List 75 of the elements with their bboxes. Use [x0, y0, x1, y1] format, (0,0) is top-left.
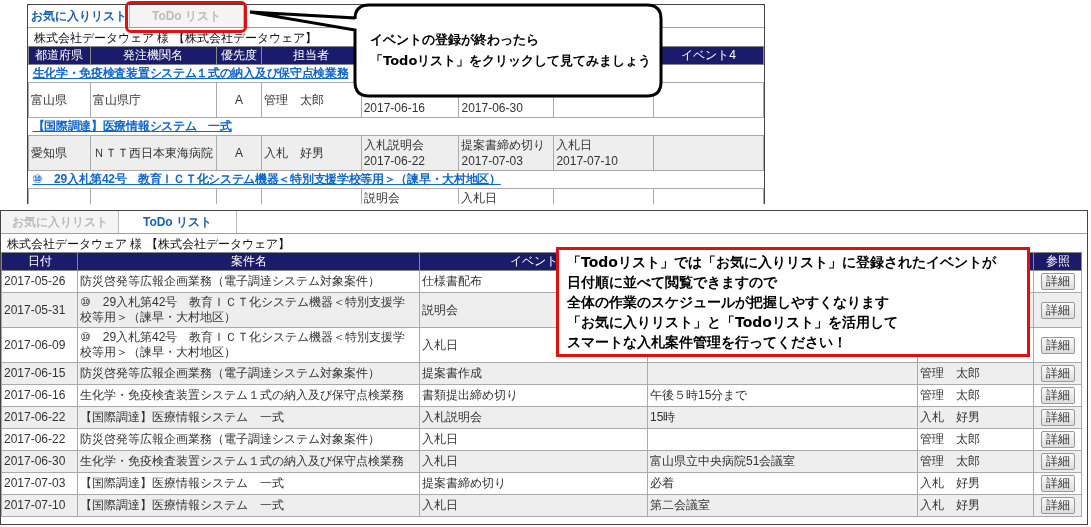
table-cell: ⑩ 29入札第42号 教育ＩＣＴ化システム機器＜特別支援学校等用＞（諫早・大村地区）	[77, 292, 420, 328]
column-header: 日付	[1, 252, 78, 271]
project-link[interactable]: 【国際調達】医療情報システム 一式	[32, 119, 232, 133]
table-cell: ＮＴＴ西日本東海病院	[90, 135, 217, 171]
table-cell: 管理 太郎	[917, 428, 1034, 451]
table-cell: 2017-06-16	[1, 384, 78, 407]
table-cell: 2017-06-22	[1, 406, 78, 429]
table-cell: 午後５時15分まで	[647, 384, 918, 407]
event-name: 入札日	[461, 191, 498, 204]
event-date: 2017-06-30	[461, 101, 523, 115]
detail-button[interactable]: 詳細	[1040, 273, 1075, 290]
table-cell: 富山県立中央病院51会議室	[647, 450, 918, 473]
table-cell: 第二会議室	[647, 494, 918, 517]
event-date: 2017-06-16	[363, 101, 426, 115]
detail-button[interactable]: 詳細	[1040, 336, 1075, 354]
table-cell: 入札日	[419, 450, 648, 473]
callout-box: 「Todoリスト」では「お気に入りリスト」に登録されたイベントが 日付順に並べて閲覧できますので 全体の作業のスケジュールが把握しやすくなります 「お気に入りリスト」と「Todoリスト」を活用して スマートな入札案件管理を行ってください！	[556, 247, 1030, 357]
event-name: 説明会	[363, 191, 400, 204]
tab[interactable]: お気に入りリスト	[28, 5, 130, 27]
table-cell: 入札日	[419, 494, 648, 517]
column-header: 案件名	[77, 252, 420, 271]
table-cell: 富山県	[28, 82, 91, 118]
table-cell: 入札日	[419, 428, 648, 451]
project-link[interactable]: 生化学・免疫検査装置システム１式の納入及び保守点検業務	[32, 66, 349, 80]
detail-button[interactable]: 詳細	[1040, 475, 1075, 492]
table-cell: ⑩ 29入札第42号 教育ＩＣＴ化システム機器＜特別支援学校等用＞（諫早・大村地区）	[77, 327, 420, 363]
detail-button[interactable]: 詳細	[1040, 497, 1075, 514]
table-cell: 防災啓発等広報企画業務（電子調達システム対象案件）	[77, 270, 420, 293]
table-cell: 防災啓発等広報企画業務（電子調達システム対象案件）	[77, 428, 420, 451]
detail-button[interactable]: 詳細	[1040, 453, 1075, 470]
table-cell: 2017-06-30	[1, 450, 78, 473]
table-cell: 生化学・免疫検査装置システム１式の納入及び保守点検業務	[77, 384, 420, 407]
table-cell: 【国際調達】医療情報システム 一式	[77, 494, 420, 517]
table-cell: 2017-07-03	[1, 472, 78, 495]
event-name: 提案書締め切り	[461, 138, 546, 152]
table-cell: 2017-07-10	[1, 494, 78, 517]
table-cell: 提案書締め切り	[419, 472, 648, 495]
table-cell: 2017-06-15	[1, 362, 78, 385]
column-header: 優先度	[216, 46, 262, 65]
table-cell: 入札 好男	[917, 472, 1034, 495]
event-name: 入札日	[556, 138, 593, 152]
column-header: 発注機関名	[90, 46, 217, 65]
event-date: 2017-07-03	[461, 154, 523, 168]
table-cell: 富山県庁	[90, 82, 217, 118]
column-header: 参照	[1033, 252, 1082, 271]
table-cell: 入札説明会	[419, 406, 648, 429]
table-cell: 【国際調達】医療情報システム 一式	[77, 406, 420, 429]
callout-text: イベントの登録が終わったら 「Todoリスト」をクリックして見てみましょう	[370, 31, 652, 70]
table-cell: 生化学・免疫検査装置システム１式の納入及び保守点検業務	[77, 450, 420, 473]
table-cell: 2017-06-22	[1, 428, 78, 451]
event-date: 2017-06-22	[363, 154, 426, 168]
event-name: 入札説明会	[363, 138, 424, 152]
table-cell: 管理 太郎	[917, 384, 1034, 407]
detail-button[interactable]: 詳細	[1040, 431, 1075, 448]
table-cell: 2017-05-31	[1, 292, 78, 328]
table-cell: 15時	[647, 406, 918, 429]
table-cell: 2017-05-26	[1, 270, 78, 293]
detail-button[interactable]: 詳細	[1040, 387, 1075, 404]
table-cell: 提案書作成	[419, 362, 648, 385]
table-cell: 書類提出締め切り	[419, 384, 648, 407]
table-cell: 必着	[647, 472, 918, 495]
detail-button[interactable]: 詳細	[1040, 409, 1075, 426]
project-link[interactable]: ⑩ 29入札第42号 教育ＩＣＴ化システム機器＜特別支援学校等用＞（諫早・大村地区）	[32, 172, 501, 186]
table-cell: 防災啓発等広報企画業務（電子調達システム対象案件）	[77, 362, 420, 385]
table-cell: 入札 好男	[261, 135, 362, 171]
table-cell: A	[216, 135, 262, 171]
table-cell: 【国際調達】医療情報システム 一式	[77, 472, 420, 495]
event-date: 2017-07-10	[556, 154, 618, 168]
detail-button[interactable]: 詳細	[1040, 301, 1075, 319]
account-name: 株式会社データウェア 様 【株式会社データウェア】	[7, 237, 290, 251]
table-cell: 愛知県	[28, 135, 91, 171]
table-cell: 2017-06-09	[1, 327, 78, 363]
detail-button[interactable]: 詳細	[1040, 365, 1075, 382]
column-header: 都道府県	[28, 46, 91, 65]
table-cell: A	[216, 82, 262, 118]
